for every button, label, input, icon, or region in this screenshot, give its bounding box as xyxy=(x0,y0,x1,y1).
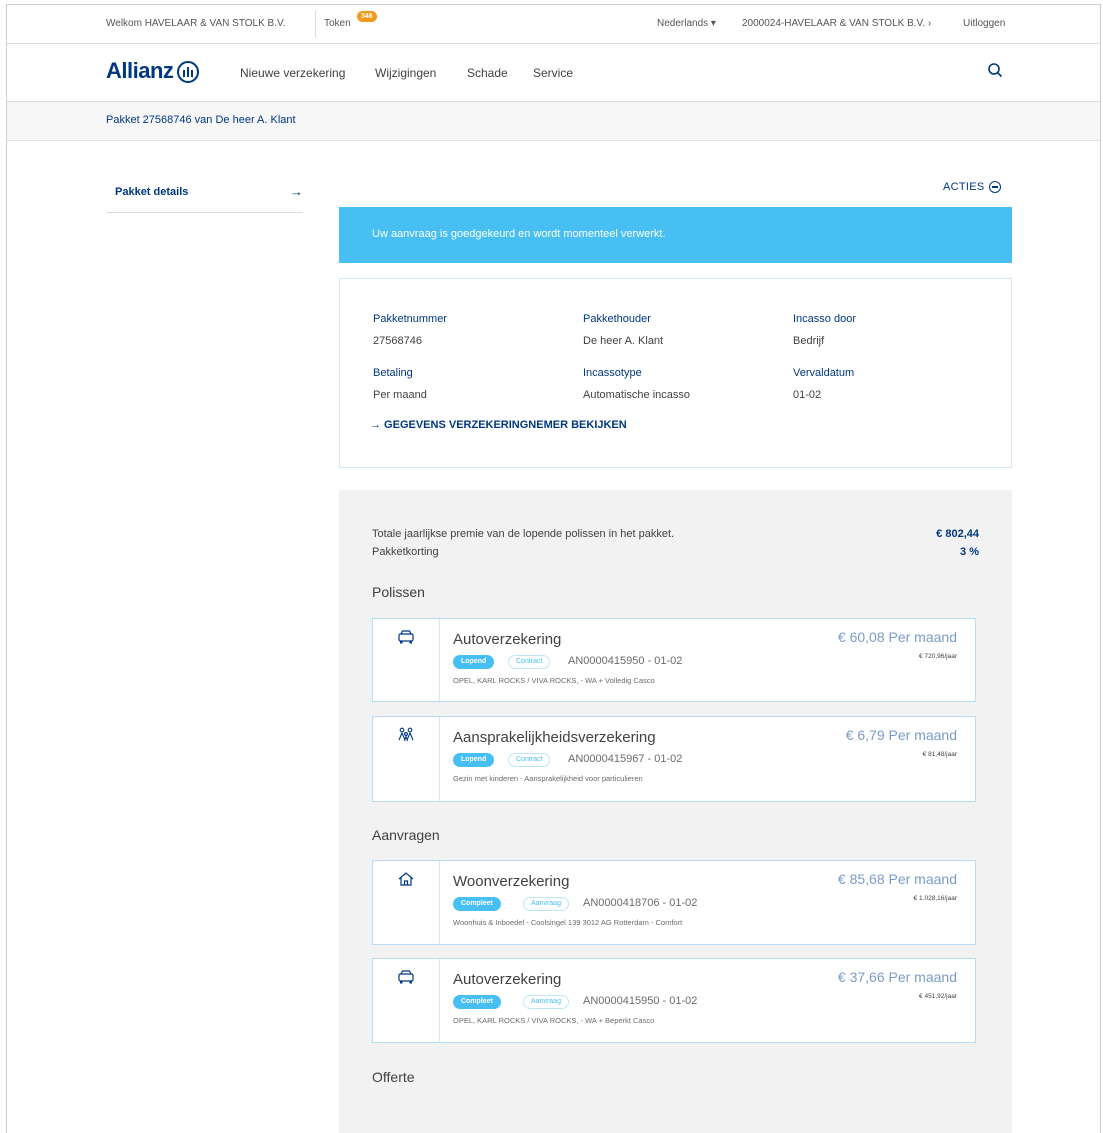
field-value-pakkethouder: De heer A. Klant xyxy=(583,335,664,347)
policy-number: AN0000415950 - 01-02 xyxy=(568,655,683,667)
arrow-right-icon: → xyxy=(290,184,303,199)
allianz-logo[interactable]: Allianz xyxy=(106,58,200,84)
policy-price: € 6,79 Per maand xyxy=(845,727,957,743)
welcome-text: Welkom HAVELAAR & VAN STOLK B.V. xyxy=(106,18,286,29)
policy-number: AN0000415967 - 01-02 xyxy=(568,753,683,765)
house-icon xyxy=(398,872,414,886)
policy-price: € 37,66 Per maand xyxy=(837,969,957,985)
field-value-pakketnummer: 27568746 xyxy=(373,335,422,347)
status-badge: Lopend xyxy=(453,655,495,669)
policy-yearly-price: € 1.028,16/jaar xyxy=(913,895,957,902)
field-label-vervaldatum: Vervaldatum xyxy=(793,367,855,379)
language-select[interactable]: Nederlands ▾ xyxy=(657,18,716,29)
field-value-betaling: Per maand xyxy=(373,389,427,401)
policy-number: AN0000415950 - 01-02 xyxy=(583,995,698,1007)
divider xyxy=(315,11,316,37)
total-premium-label: Totale jaarlijkse premie van de lopende … xyxy=(372,528,675,540)
policy-title: Autoverzekering xyxy=(453,971,562,988)
field-value-incassotype: Automatische incasso xyxy=(583,389,690,401)
policies-panel: Totale jaarlijkse premie van de lopende … xyxy=(339,490,1012,1133)
policy-description: Woonhuis & Inboedel - Coolsingel 139 301… xyxy=(453,918,683,927)
actions-button[interactable]: ACTIES xyxy=(943,181,1001,193)
car-icon xyxy=(398,970,414,984)
policy-yearly-price: € 81,48/jaar xyxy=(922,751,957,758)
banner-message: Uw aanvraag is goedgekeurd en wordt mome… xyxy=(372,228,666,240)
breadcrumb-bar: Pakket 27568746 van De heer A. Klant xyxy=(7,102,1100,141)
logo-text: Allianz xyxy=(106,58,174,83)
field-label-incasso-door: Incasso door xyxy=(793,313,856,325)
field-value-vervaldatum: 01-02 xyxy=(793,389,822,401)
policy-icon-column xyxy=(373,717,440,801)
type-badge: Contract xyxy=(508,655,551,669)
package-info-card: Pakketnummer 27568746 Pakkethouder De he… xyxy=(339,278,1012,468)
field-label-incassotype: Incassotype xyxy=(583,367,642,379)
nav-schade[interactable]: Schade xyxy=(467,66,508,80)
nav-service[interactable]: Service xyxy=(533,66,573,80)
type-badge: Contract xyxy=(508,753,551,767)
section-heading-aanvragen: Aanvragen xyxy=(372,827,440,843)
status-badge: Compleet xyxy=(453,897,501,911)
discount-label: Pakketkorting xyxy=(372,546,439,558)
policy-price: € 85,68 Per maand xyxy=(837,871,957,887)
field-label-pakkethouder: Pakkethouder xyxy=(583,313,651,325)
family-icon xyxy=(398,727,414,742)
search-icon[interactable] xyxy=(987,62,1003,78)
policy-title: Woonverzekering xyxy=(453,873,570,890)
policy-icon-column xyxy=(373,861,440,944)
policy-icon-column xyxy=(373,619,440,701)
policy-yearly-price: € 451,92/jaar xyxy=(919,993,957,1000)
car-icon xyxy=(398,630,414,644)
policy-description: OPEL, KARL ROCKS / VIVA ROCKS, - WA + Be… xyxy=(453,1016,655,1025)
utility-bar: Welkom HAVELAAR & VAN STOLK B.V. Token 3… xyxy=(7,5,1100,44)
logout-link[interactable]: Uitloggen xyxy=(963,18,1005,29)
nav-nieuwe-verzekering[interactable]: Nieuwe verzekering xyxy=(240,66,345,80)
total-premium-value: € 802,44 xyxy=(936,528,979,540)
policy-card[interactable]: Autoverzekering Lopend Contract AN000041… xyxy=(372,618,976,702)
policy-icon-column xyxy=(373,959,440,1042)
status-banner: Uw aanvraag is goedgekeurd en wordt mome… xyxy=(339,207,1012,263)
type-badge: Aanvraag xyxy=(523,995,569,1009)
type-badge: Aanvraag xyxy=(523,897,569,911)
policy-yearly-price: € 720,96/jaar xyxy=(919,653,957,660)
policy-title: Autoverzekering xyxy=(453,631,562,648)
discount-value: 3 % xyxy=(960,546,979,558)
section-heading-offerte: Offerte xyxy=(372,1069,415,1085)
policy-description: Gezin met kinderen - Aansprakelijkheid v… xyxy=(453,774,643,783)
policy-number: AN0000418706 - 01-02 xyxy=(583,897,698,909)
policy-card[interactable]: Aansprakelijkheidsverzekering Lopend Con… xyxy=(372,716,976,802)
minus-circle-icon xyxy=(988,181,1001,193)
nav-wijzigingen[interactable]: Wijzigingen xyxy=(375,66,436,80)
policy-description: OPEL, KARL ROCKS / VIVA ROCKS, - WA + Vo… xyxy=(453,676,655,685)
application-card[interactable]: Autoverzekering Compleet Aanvraag AN0000… xyxy=(372,958,976,1043)
policy-title: Aansprakelijkheidsverzekering xyxy=(453,729,656,746)
application-card[interactable]: Woonverzekering Compleet Aanvraag AN0000… xyxy=(372,860,976,945)
totals-values: € 802,44 3 % xyxy=(936,525,979,561)
field-value-incasso-door: Bedrijf xyxy=(793,335,825,347)
field-label-betaling: Betaling xyxy=(373,367,413,379)
sidebar-item-label: Pakket details xyxy=(115,186,189,198)
actions-label: ACTIES xyxy=(943,181,985,193)
status-badge: Compleet xyxy=(453,995,501,1009)
logo-mark-icon xyxy=(177,61,200,83)
section-heading-polissen: Polissen xyxy=(372,584,425,600)
totals-labels: Totale jaarlijkse premie van de lopende … xyxy=(372,525,674,561)
main-navigation: Allianz Nieuwe verzekering Wijzigingen S… xyxy=(7,44,1100,102)
field-label-pakketnummer: Pakketnummer xyxy=(373,313,447,325)
organisation-select[interactable]: 2000024-HAVELAAR & VAN STOLK B.V. › xyxy=(742,18,931,29)
policy-price: € 60,08 Per maand xyxy=(837,629,957,645)
token-link[interactable]: Token xyxy=(324,18,351,29)
status-badge: Lopend xyxy=(453,753,495,767)
sidebar-item-pakket-details[interactable]: Pakket details → xyxy=(107,178,303,213)
breadcrumb[interactable]: Pakket 27568746 van De heer A. Klant xyxy=(106,114,296,126)
token-count-badge: 346 xyxy=(357,11,377,22)
view-policyholder-link[interactable]: → GEGEVENS VERZEKERINGNEMER BEKIJKEN xyxy=(370,419,627,431)
